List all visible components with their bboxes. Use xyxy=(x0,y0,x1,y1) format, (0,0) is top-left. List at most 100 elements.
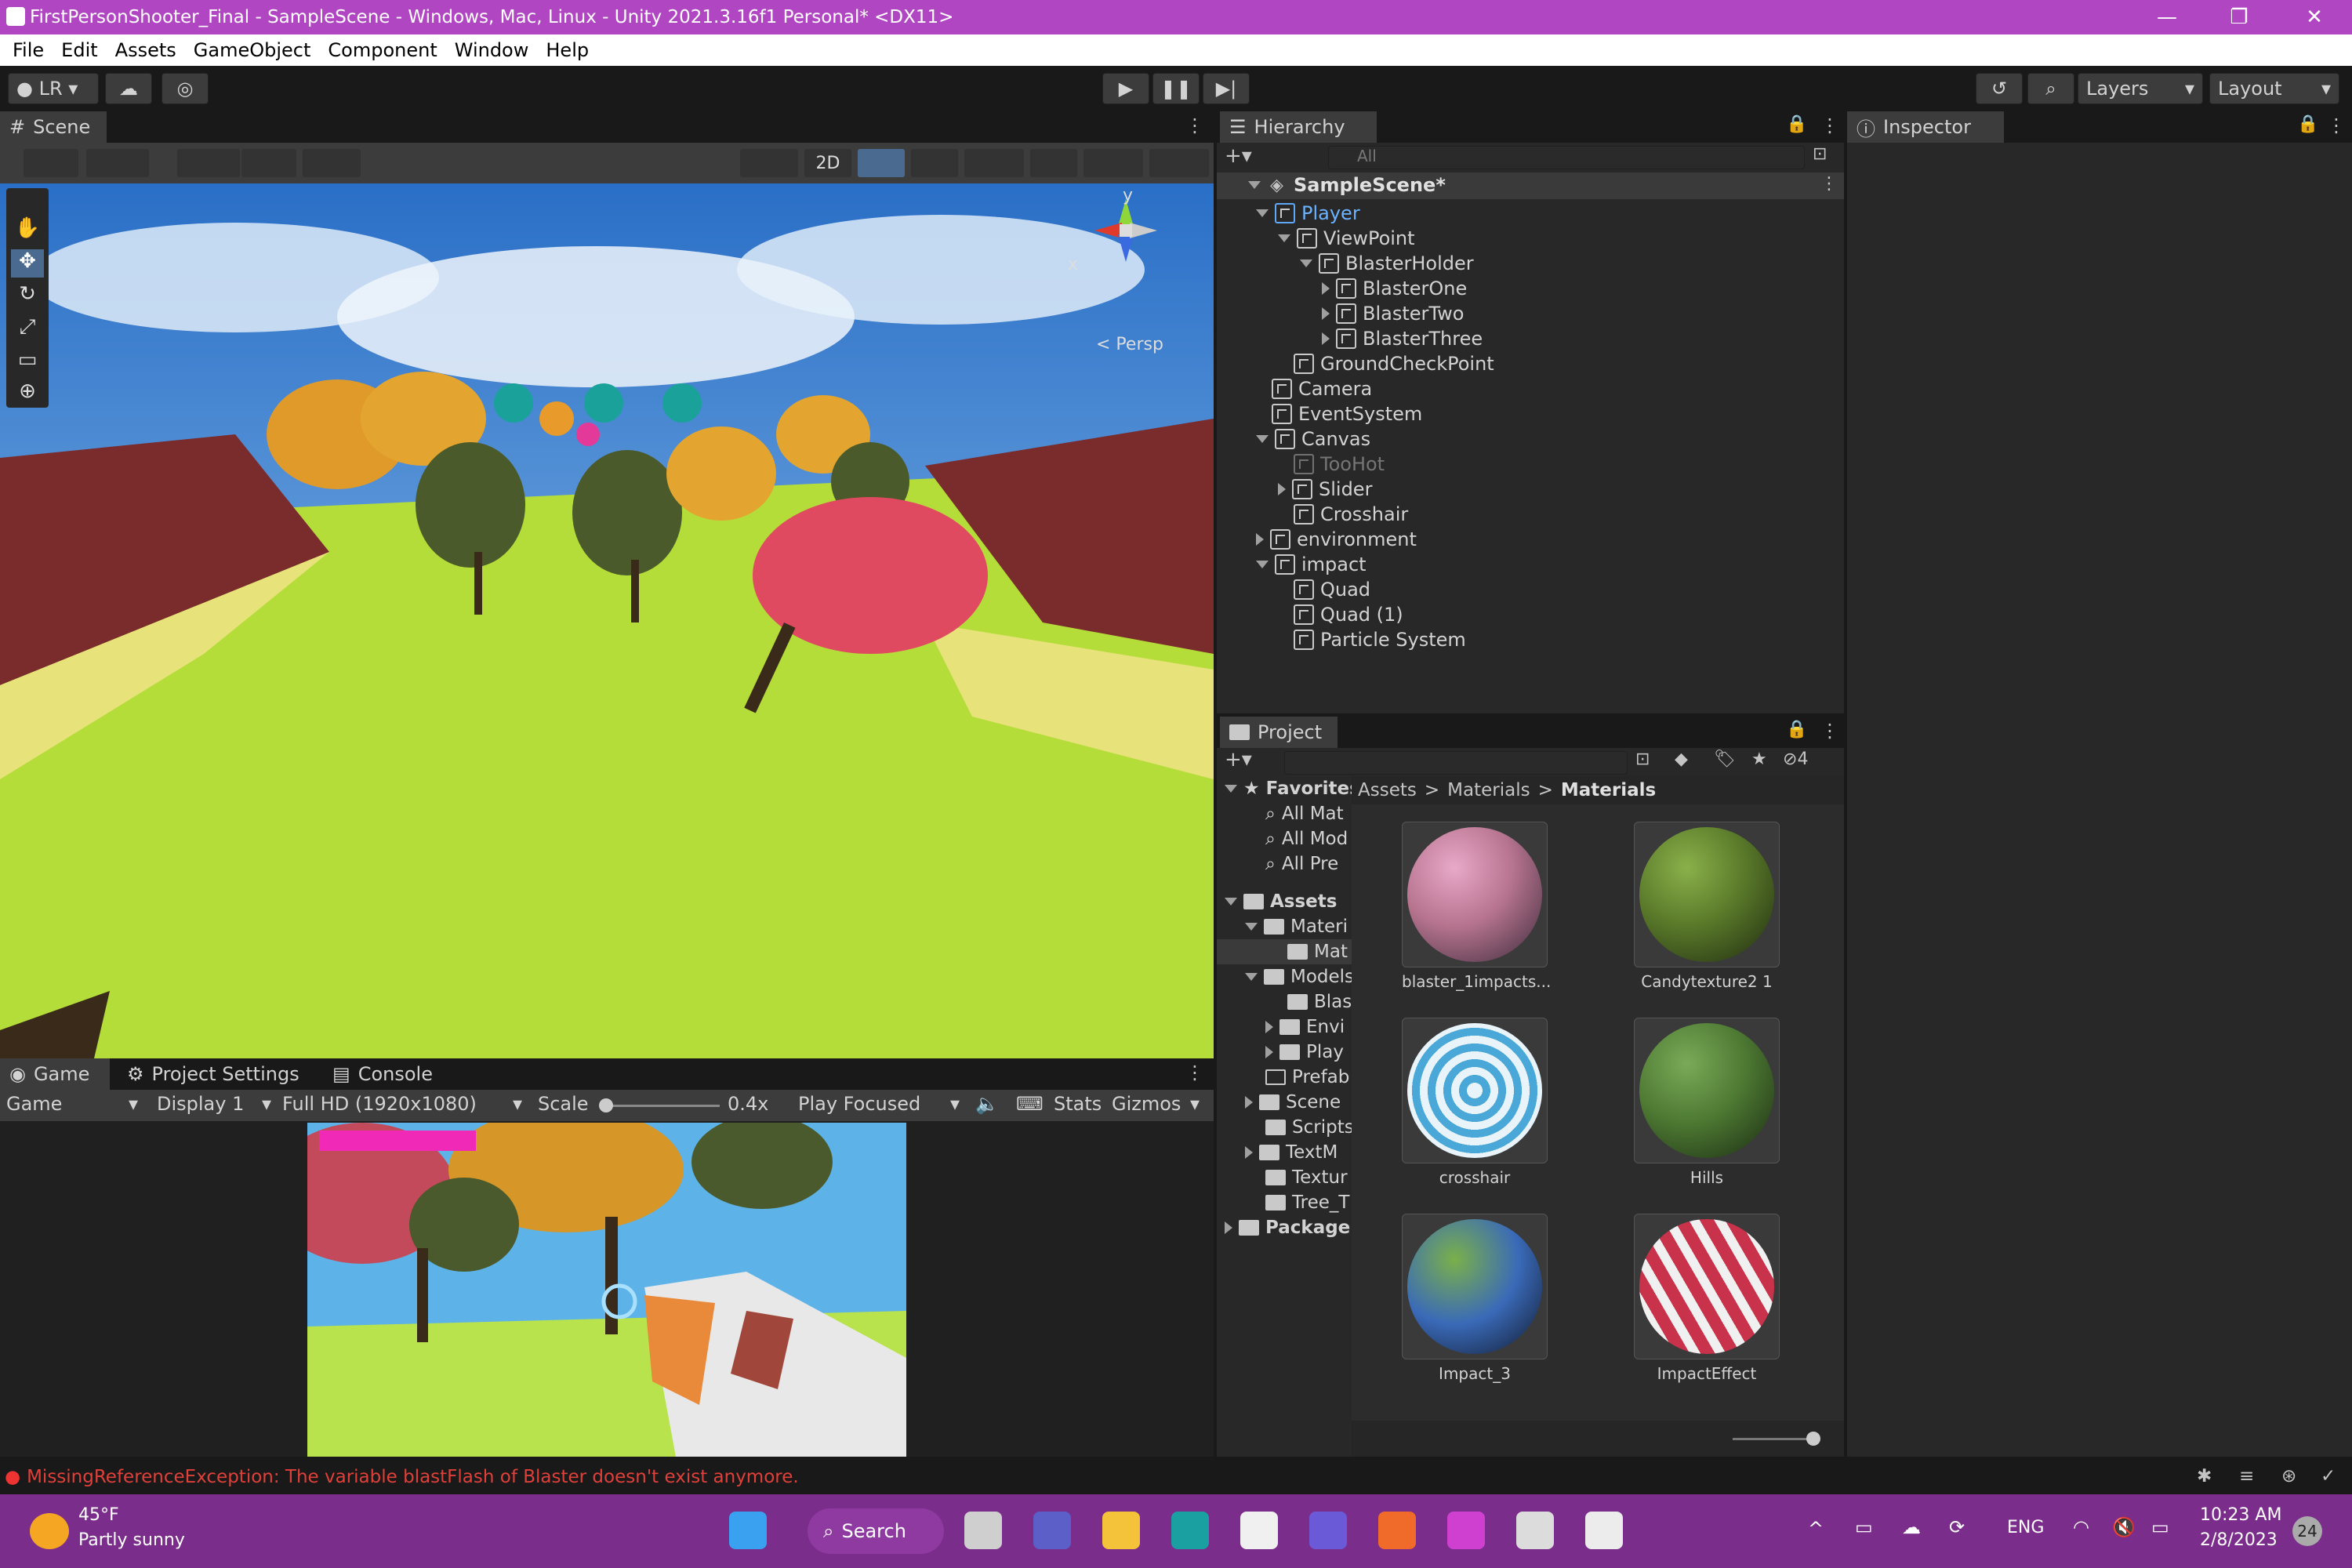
layout-dropdown[interactable]: Layout ▾ xyxy=(2209,73,2339,104)
panel-menu-icon[interactable]: ⋮ xyxy=(1185,1062,1204,1083)
display-dropdown[interactable]: Display 1 ▾ xyxy=(157,1093,271,1115)
tab-project[interactable]: Project xyxy=(1220,717,1338,748)
material-item[interactable]: Hills xyxy=(1634,1018,1780,1187)
volume-muted-icon[interactable]: 🔇 xyxy=(2112,1516,2136,1538)
close-button[interactable]: ✕ xyxy=(2278,0,2350,34)
effects-dropdown[interactable] xyxy=(964,149,1024,177)
hidden-packages-toggle[interactable]: ⊘4 xyxy=(1783,750,1808,769)
menu-edit[interactable]: Edit xyxy=(61,39,97,61)
tree-models[interactable]: Models xyxy=(1245,964,1352,989)
check-icon[interactable]: ✓ xyxy=(2321,1466,2336,1486)
tab-game[interactable]: ◉ Game xyxy=(0,1058,110,1090)
expand-arrow[interactable] xyxy=(1248,177,1261,192)
visibility-toggle[interactable] xyxy=(1030,149,1077,177)
resolution-dropdown[interactable]: Full HD (1920x1080) ▾ xyxy=(282,1093,522,1115)
scene-menu-icon[interactable]: ⋮ xyxy=(1820,174,1838,194)
hierarchy-search-input[interactable]: All xyxy=(1328,146,1805,169)
taskbar-search[interactable]: ⌕ Search xyxy=(808,1508,944,1554)
weather-icon[interactable] xyxy=(30,1513,69,1549)
bug-icon[interactable]: ✱ xyxy=(2197,1466,2212,1486)
language-indicator[interactable]: ENG xyxy=(2007,1518,2044,1537)
onedrive-icon[interactable]: ☁ xyxy=(1902,1516,1921,1538)
tree-all-models[interactable]: ⌕ All Mod xyxy=(1265,826,1348,851)
tree-textures[interactable]: Textur xyxy=(1265,1165,1348,1190)
tree-all-prefabs[interactable]: ⌕ All Pre xyxy=(1265,851,1338,877)
menu-gameobject[interactable]: GameObject xyxy=(194,39,311,61)
wifi-icon[interactable]: ◠ xyxy=(2073,1516,2089,1538)
camera-orbit-dropdown[interactable] xyxy=(740,149,798,177)
tree-prefabs[interactable]: Prefab xyxy=(1265,1065,1349,1090)
material-item[interactable]: blaster_1impacts... xyxy=(1402,822,1551,991)
tab-hierarchy[interactable]: ☰ Hierarchy xyxy=(1220,111,1377,143)
hierarchy-item-crosshair[interactable]: Crosshair xyxy=(1294,502,1408,527)
hierarchy-item-toohot[interactable]: TooHot xyxy=(1294,452,1385,477)
menu-help[interactable]: Help xyxy=(546,39,589,61)
collab-button[interactable]: ◎ xyxy=(162,73,209,104)
project-search-input[interactable] xyxy=(1284,751,1628,775)
tab-project-settings[interactable]: ⚙ Project Settings xyxy=(118,1058,321,1090)
draw-mode-dropdown[interactable] xyxy=(24,149,78,177)
align-dropdown[interactable] xyxy=(303,149,361,177)
tree-environment[interactable]: Envi xyxy=(1265,1014,1345,1040)
tab-inspector[interactable]: ⓘ Inspector xyxy=(1847,111,2004,143)
thumbnail-size-thumb[interactable] xyxy=(1806,1432,1820,1446)
hierarchy-item-quad[interactable]: Quad xyxy=(1294,577,1370,602)
move-tool-icon[interactable]: ✥ xyxy=(11,249,44,278)
tree-scripts[interactable]: Scripts xyxy=(1265,1115,1352,1140)
scale-tool-icon[interactable]: ⤢ xyxy=(11,315,44,343)
hierarchy-item-slider[interactable]: Slider xyxy=(1278,477,1372,502)
hierarchy-item-particle-system[interactable]: Particle System xyxy=(1294,627,1466,652)
hierarchy-item-blasterone[interactable]: BlasterOne xyxy=(1322,276,1467,301)
hierarchy-item-eventsystem[interactable]: EventSystem xyxy=(1272,401,1422,426)
search-window-icon[interactable]: ⊡ xyxy=(1635,750,1650,769)
task-view-icon[interactable] xyxy=(964,1512,1002,1549)
scene-viewport[interactable]: y x < Persp ✋ ✥ ↻ ⤢ ▭ ⊕ xyxy=(0,183,1214,1058)
status-error-message[interactable]: MissingReferenceException: The variable … xyxy=(27,1467,799,1487)
panel-menu-icon[interactable]: ⋮ xyxy=(1820,114,1839,136)
store-icon[interactable] xyxy=(1240,1512,1278,1549)
material-item[interactable]: ImpactEffect xyxy=(1634,1214,1780,1383)
grid-snap-dropdown[interactable] xyxy=(177,149,240,177)
tree-tree[interactable]: Tree_T xyxy=(1265,1190,1349,1215)
create-button[interactable]: +▾ xyxy=(1225,748,1252,771)
lock-icon[interactable]: 🔒 xyxy=(1786,114,1807,134)
filter-type-icon[interactable]: ◆ xyxy=(1675,750,1688,769)
game-render[interactable] xyxy=(307,1123,906,1457)
hierarchy-item-groundcheckpoint[interactable]: GroundCheckPoint xyxy=(1294,351,1494,376)
hierarchy-item-blasterthree[interactable]: BlasterThree xyxy=(1322,326,1483,351)
material-item[interactable]: Impact_3 xyxy=(1402,1214,1548,1383)
game-view-dropdown[interactable]: Game ▾ xyxy=(6,1093,138,1115)
tree-assets[interactable]: Assets xyxy=(1225,889,1337,914)
step-button[interactable]: ▶| xyxy=(1203,73,1250,104)
lock-icon[interactable]: 🔒 xyxy=(1786,720,1807,739)
rotate-tool-icon[interactable]: ↻ xyxy=(11,282,44,310)
material-item[interactable]: crosshair xyxy=(1402,1018,1548,1187)
search-button[interactable]: ⌕ xyxy=(2027,73,2074,104)
increment-snap-dropdown[interactable] xyxy=(241,149,296,177)
persp-label[interactable]: < Persp xyxy=(1096,335,1163,354)
auto-gen-icon[interactable]: ⊛ xyxy=(2281,1466,2296,1486)
file-explorer-icon[interactable] xyxy=(1102,1512,1140,1549)
hierarchy-item-blasterholder[interactable]: BlasterHolder xyxy=(1300,251,1474,276)
tab-console[interactable]: ▤ Console xyxy=(323,1058,448,1090)
tree-player[interactable]: Play xyxy=(1265,1040,1344,1065)
unity-editor-icon[interactable] xyxy=(1585,1512,1623,1549)
tree-scenes[interactable]: Scene xyxy=(1245,1090,1341,1115)
hand-tool-icon[interactable]: ✋ xyxy=(11,216,44,245)
hierarchy-item-quad-1[interactable]: Quad (1) xyxy=(1294,602,1403,627)
hierarchy-item-player[interactable]: Player xyxy=(1256,201,1360,226)
hierarchy-item-viewpoint[interactable]: ViewPoint xyxy=(1278,226,1415,251)
tree-packages[interactable]: Package xyxy=(1225,1215,1350,1240)
lock-icon[interactable]: 🔒 xyxy=(2297,114,2318,134)
keyboard-icon[interactable]: ⌨ xyxy=(1016,1093,1044,1115)
gizmos-dropdown[interactable] xyxy=(1149,149,1209,177)
sync-icon[interactable]: ⟳ xyxy=(1949,1516,1965,1538)
tree-textmesh[interactable]: TextM xyxy=(1245,1140,1338,1165)
hierarchy-item-impact[interactable]: impact xyxy=(1256,552,1367,577)
breadcrumb-current[interactable]: Materials xyxy=(1561,780,1656,800)
weather-desc[interactable]: Partly sunny xyxy=(78,1530,185,1550)
cloud-button[interactable]: ☁ xyxy=(105,73,152,104)
cache-icon[interactable]: ≡ xyxy=(2239,1466,2254,1486)
firefox-icon[interactable] xyxy=(1378,1512,1416,1549)
tree-all-materials[interactable]: ⌕ All Mat xyxy=(1265,801,1344,826)
